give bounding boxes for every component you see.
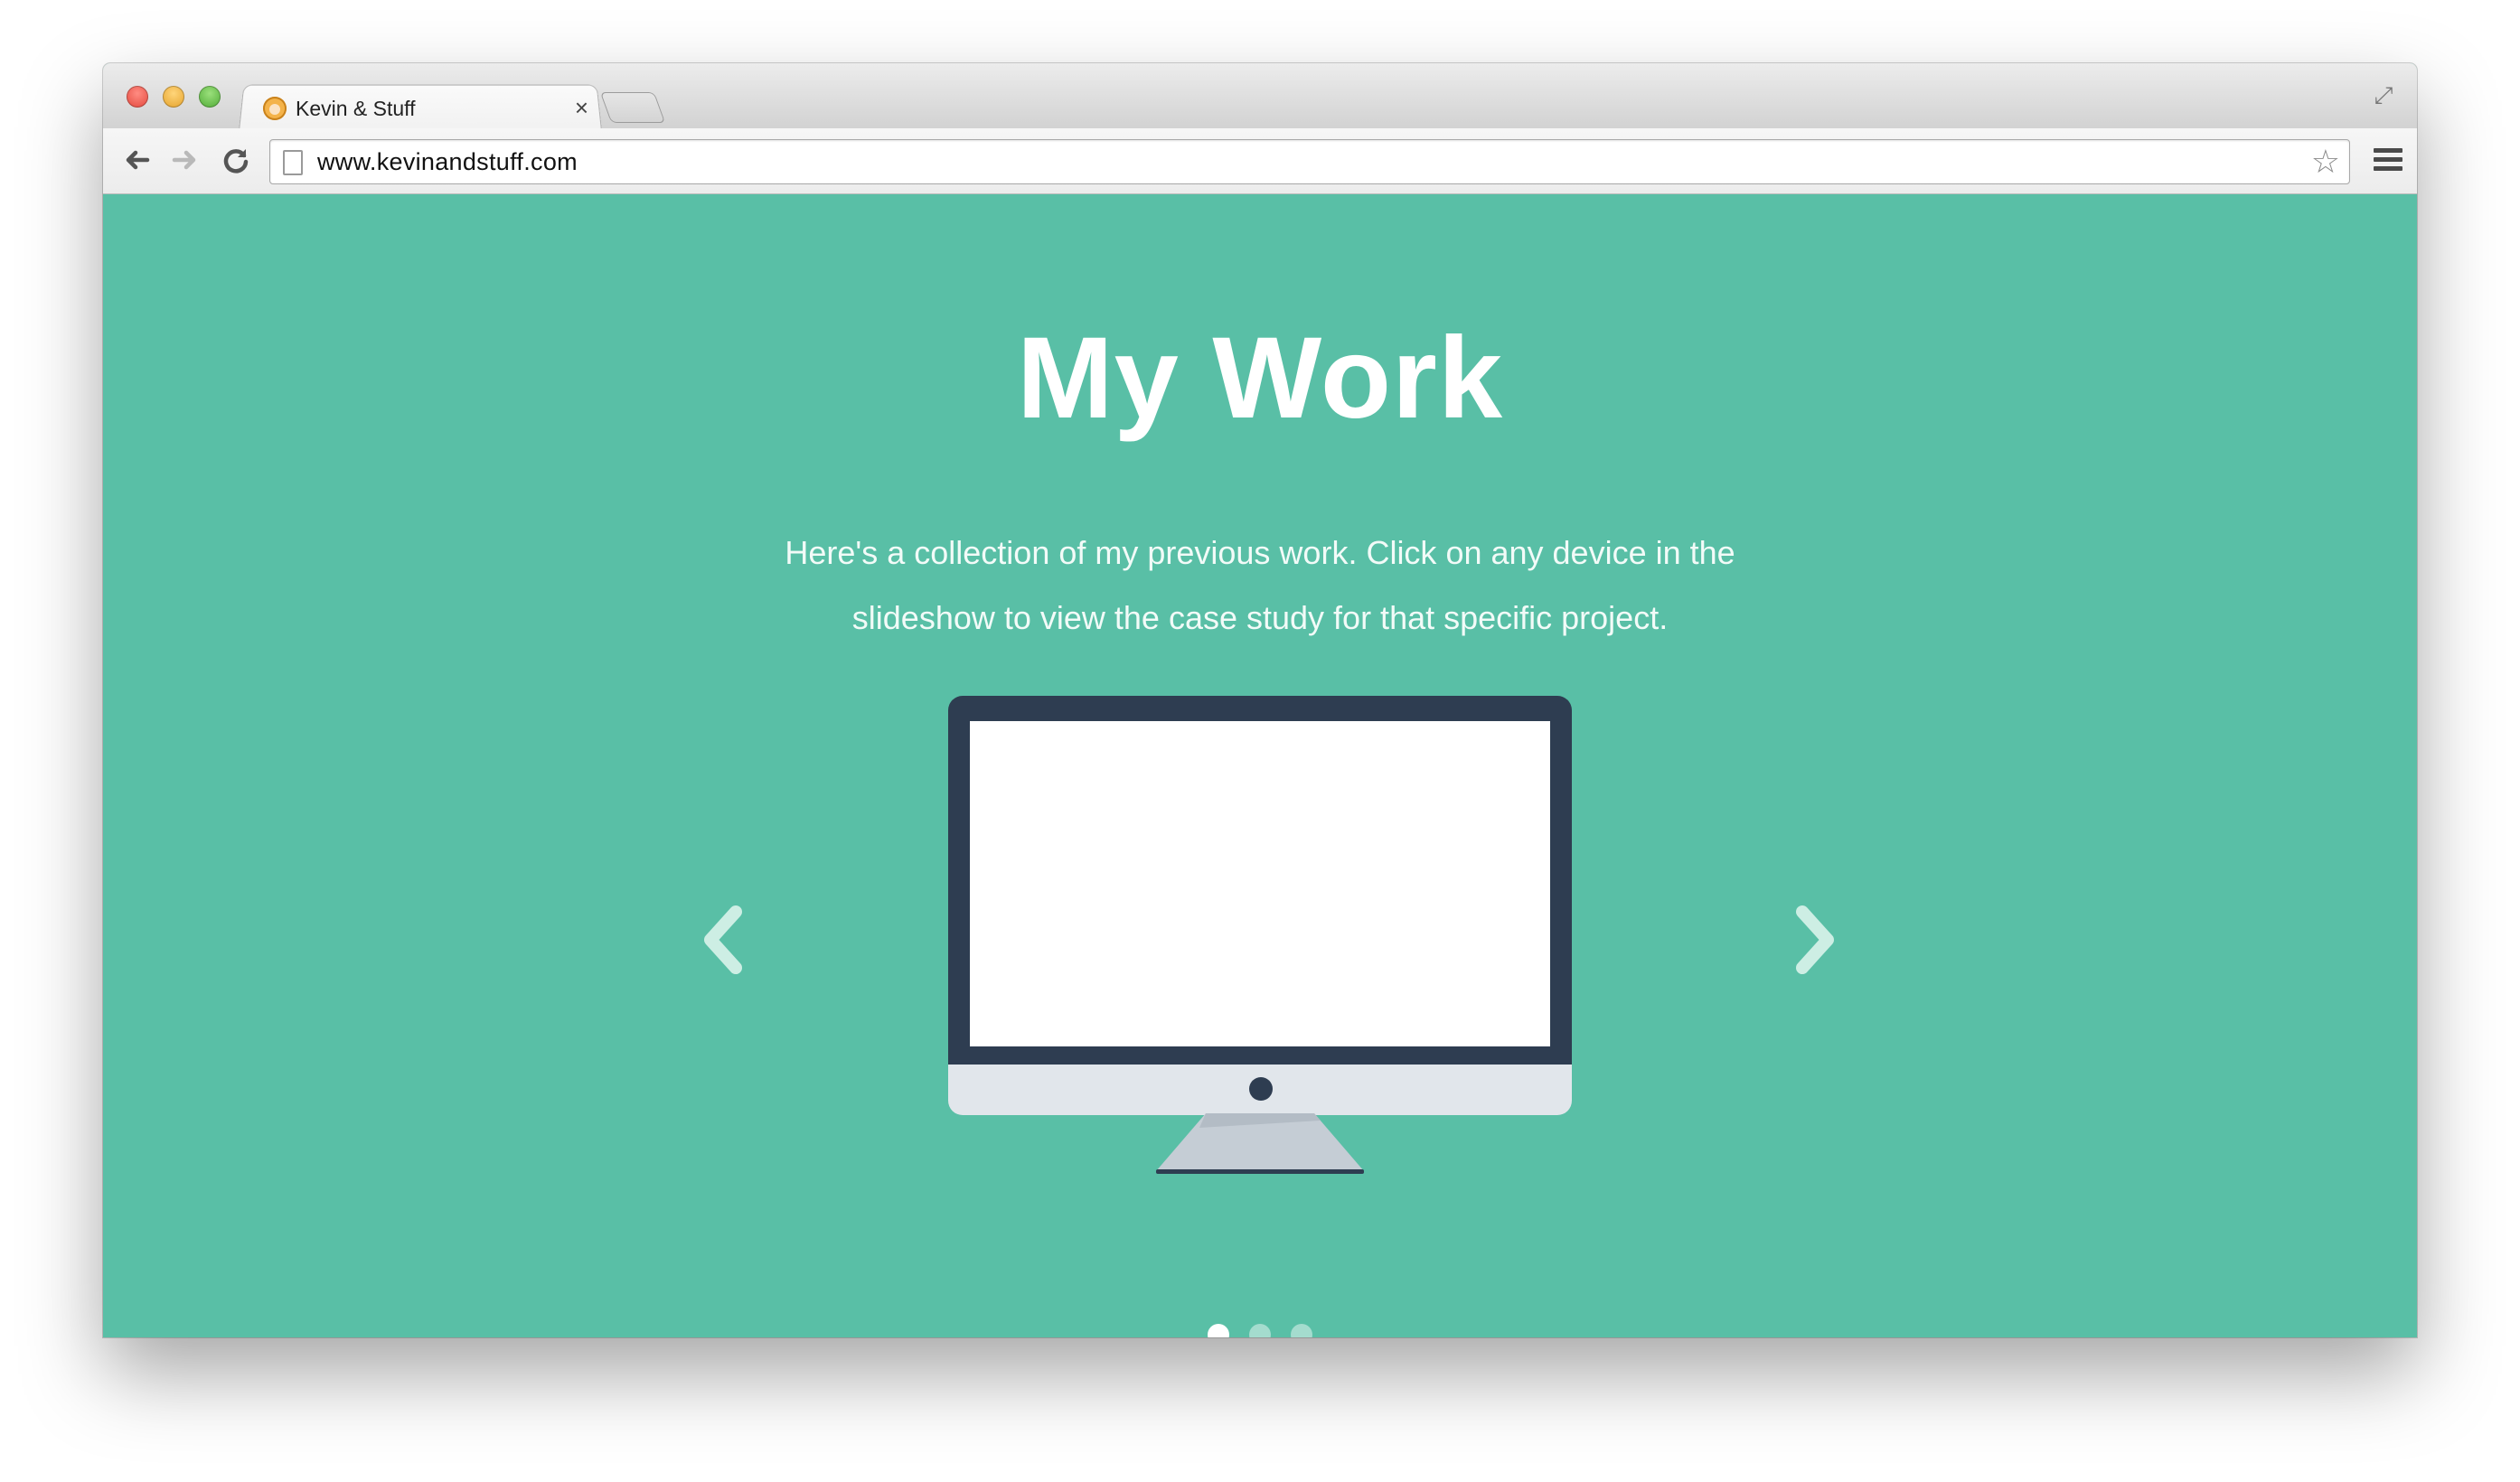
back-button[interactable] bbox=[116, 139, 157, 181]
close-window-button[interactable] bbox=[127, 86, 148, 108]
page-content: My Work Here's a collection of my previo… bbox=[103, 194, 2417, 1337]
page-description: Here's a collection of my previous work.… bbox=[785, 534, 1735, 636]
monitor-chin bbox=[948, 1065, 1572, 1115]
chevron-left-icon bbox=[704, 905, 742, 974]
forward-button[interactable] bbox=[165, 139, 206, 181]
tab-close-icon[interactable]: × bbox=[575, 94, 588, 121]
bookmark-star-icon[interactable]: ☆ bbox=[2311, 144, 2340, 180]
title-bar: Kevin & Stuff × ⤢ bbox=[103, 63, 2417, 131]
slideshow-prev-button[interactable] bbox=[691, 899, 754, 980]
back-arrow-icon bbox=[126, 150, 150, 170]
monitor-screen[interactable] bbox=[970, 721, 1550, 1046]
reload-button[interactable] bbox=[215, 139, 257, 181]
zoom-window-button[interactable] bbox=[199, 86, 221, 108]
forward-arrow-icon bbox=[172, 150, 196, 170]
page-icon bbox=[283, 150, 303, 175]
tab-kevin-and-stuff[interactable]: Kevin & Stuff × bbox=[252, 87, 596, 130]
reload-icon bbox=[223, 149, 249, 174]
tab-title: Kevin & Stuff bbox=[296, 96, 416, 120]
browser-menu-button[interactable] bbox=[2374, 148, 2402, 172]
slide-dot-3[interactable] bbox=[1291, 1324, 1312, 1337]
menu-bar-line bbox=[2374, 157, 2402, 162]
browser-window: Kevin & Stuff × ⤢ www.kevinandstuff.com bbox=[103, 63, 2417, 1337]
desktop-device-slide[interactable] bbox=[948, 696, 1572, 1197]
monitor-logo-dot bbox=[1249, 1077, 1273, 1101]
slideshow-pagination bbox=[103, 1324, 2417, 1337]
menu-bar-line bbox=[2374, 166, 2402, 171]
address-bar[interactable]: www.kevinandstuff.com ☆ bbox=[269, 139, 2350, 184]
browser-toolbar: www.kevinandstuff.com ☆ bbox=[103, 128, 2417, 194]
new-tab-button[interactable] bbox=[599, 92, 666, 123]
chevron-right-icon bbox=[1796, 905, 1834, 974]
slideshow-next-button[interactable] bbox=[1784, 899, 1848, 980]
slide-dot-1[interactable] bbox=[1208, 1324, 1229, 1337]
minimize-window-button[interactable] bbox=[163, 86, 184, 108]
monitor-stand bbox=[1156, 1113, 1364, 1174]
monitor-bezel bbox=[948, 696, 1572, 1066]
url-text[interactable]: www.kevinandstuff.com bbox=[317, 140, 578, 183]
slide-dot-2[interactable] bbox=[1249, 1324, 1271, 1337]
page-title: My Work bbox=[1016, 314, 1504, 443]
fullscreen-icon[interactable]: ⤢ bbox=[2370, 81, 2397, 108]
favicon-icon bbox=[263, 97, 287, 120]
menu-bar-line bbox=[2374, 148, 2402, 153]
